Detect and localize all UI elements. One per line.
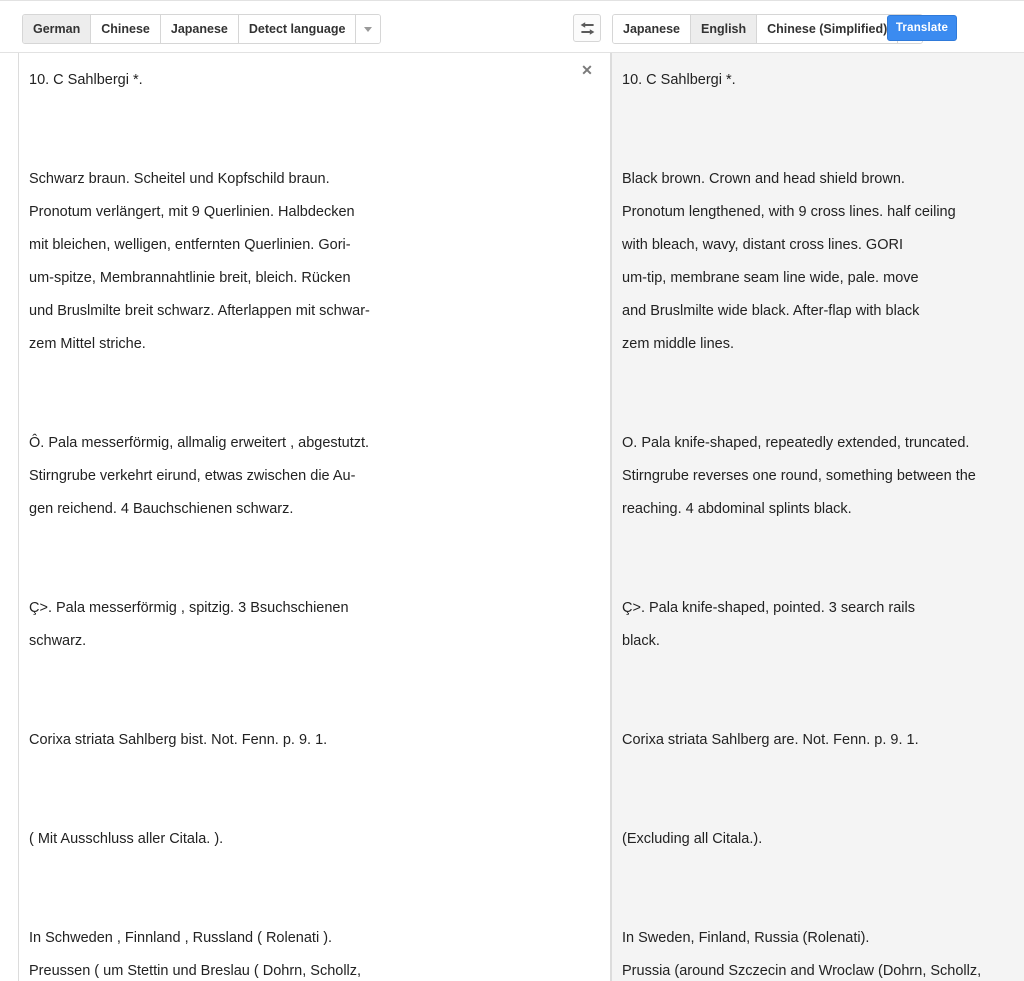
source-text-blank-line [29,97,598,130]
source-text-line: schwarz. [29,633,87,649]
source-text-line: 10. C Sahlbergi *. [29,72,143,88]
translated-text-line: O. Pala knife-shaped, repeatedly extende… [622,435,970,451]
chevron-down-icon [364,26,373,32]
translated-text-line: with bleach, wavy, distant cross lines. … [622,237,903,253]
translated-text-line: Prussia (around Szczecin and Wroclaw (Do… [622,963,982,979]
source-language-dropdown-button[interactable] [356,15,381,43]
swap-languages-icon [580,21,594,35]
translated-text-line: Pronotum lengthened, with 9 cross lines.… [622,204,956,220]
source-text-line: Ç>. Pala messerförmig , spitzig. 3 Bsuch… [29,600,349,616]
source-text-line: Schwarz braun. Scheitel und Kopfschild b… [29,171,330,187]
translated-text-blank-line [622,361,1012,394]
translation-panes: ✕ 10. C Sahlbergi *. Schwarz braun. Sche… [0,53,1024,981]
target-lang-tab-english[interactable]: English [690,15,758,43]
close-icon[interactable]: ✕ [578,61,596,79]
source-text-blank-line [29,658,598,691]
translated-text-blank-line [622,394,1012,427]
translated-text-line: (Excluding all Citala.). [622,831,763,847]
translated-text-line: Corixa striata Sahlberg are. Not. Fenn. … [622,732,919,748]
source-lang-tab-detect-language[interactable]: Detect language [238,15,357,43]
translated-text-line: Stirngrube reverses one round, something… [622,468,976,484]
target-lang-tab-japanese[interactable]: Japanese [613,15,691,43]
source-text-line: Pronotum verlängert, mit 9 Querlinien. H… [29,204,355,220]
translated-text-blank-line [622,130,1012,163]
translated-text-line: zem middle lines. [622,336,735,352]
translated-text-blank-line [622,658,1012,691]
translated-text-line: and Bruslmilte wide black. After-flap wi… [622,303,920,319]
translated-text-blank-line [622,889,1012,922]
translated-text-blank-line [622,559,1012,592]
translated-text-line: um-tip, membrane seam line wide, pale. m… [622,270,919,286]
source-text-blank-line [29,889,598,922]
source-lang-tab-german[interactable]: German [23,15,92,43]
target-language-selector[interactable]: Japanese English Chinese (Simplified) [612,14,924,44]
swap-languages-button[interactable] [573,14,601,42]
source-text-line: Ô. Pala messerförmig, allmalig erweitert… [29,435,370,451]
source-text-line: und Bruslmilte breit schwarz. Afterlappe… [29,303,370,319]
source-text-line: In Schweden , Finnland , Russland ( Role… [29,930,333,946]
target-lang-tab-chinese-simplified[interactable]: Chinese (Simplified) [757,15,899,43]
translated-text-blank-line [622,526,1012,559]
translated-text-line: Black brown. Crown and head shield brown… [622,171,905,187]
source-text-blank-line [29,757,598,790]
translated-document-text: 10. C Sahlbergi *. Black brown. Crown an… [622,64,1012,981]
google-translate-page: German Chinese Japanese Detect language … [0,0,1024,981]
source-text-line: Stirngrube verkehrt eirund, etwas zwisch… [29,468,356,484]
source-text-blank-line [29,361,598,394]
source-text-blank-line [29,526,598,559]
translated-text-line: reaching. 4 abdominal splints black. [622,501,852,517]
source-text-blank-line [29,691,598,724]
source-text-line: Corixa striata Sahlberg bist. Not. Fenn.… [29,732,328,748]
translate-toolbar: German Chinese Japanese Detect language … [0,0,1024,53]
source-lang-tab-japanese[interactable]: Japanese [160,15,239,43]
source-text-container: ✕ 10. C Sahlbergi *. Schwarz braun. Sche… [19,53,610,981]
translated-text-blank-line [622,790,1012,823]
source-text-blank-line [29,559,598,592]
source-text-blank-line [29,130,598,163]
translated-text-pane: 10. C Sahlbergi *. Black brown. Crown an… [611,53,1024,981]
source-language-selector[interactable]: German Chinese Japanese Detect language [22,14,382,44]
translated-text-blank-line [622,691,1012,724]
source-text-line: um-spitze, Membrannahtlinie breit, bleic… [29,270,351,286]
source-text-blank-line [29,856,598,889]
translated-text-blank-line [622,856,1012,889]
source-text-line: zem Mittel striche. [29,336,146,352]
translated-text-blank-line [622,757,1012,790]
source-text-line: ( Mit Ausschluss aller Citala. ). [29,831,224,847]
source-lang-tab-chinese[interactable]: Chinese [91,15,161,43]
source-text-line: Preussen ( um Stettin und Breslau ( Dohr… [29,963,362,979]
source-text-blank-line [29,790,598,823]
translated-text-line: In Sweden, Finland, Russia (Rolenati). [622,930,870,946]
source-text-line: mit bleichen, welligen, entfernten Querl… [29,237,351,253]
source-document-text: 10. C Sahlbergi *. Schwarz braun. Scheit… [29,64,598,981]
translate-button[interactable]: Translate [887,15,957,41]
source-text-blank-line [29,394,598,427]
translated-text-line: 10. C Sahlbergi *. [622,72,736,88]
translated-text-line: black. [622,633,660,649]
translated-text-blank-line [622,97,1012,130]
translated-text-container: 10. C Sahlbergi *. Black brown. Crown an… [612,53,1024,981]
source-text-pane[interactable]: ✕ 10. C Sahlbergi *. Schwarz braun. Sche… [18,53,611,981]
source-text-line: gen reichend. 4 Bauchschienen schwarz. [29,501,294,517]
translated-text-line: Ç>. Pala knife-shaped, pointed. 3 search… [622,600,915,616]
